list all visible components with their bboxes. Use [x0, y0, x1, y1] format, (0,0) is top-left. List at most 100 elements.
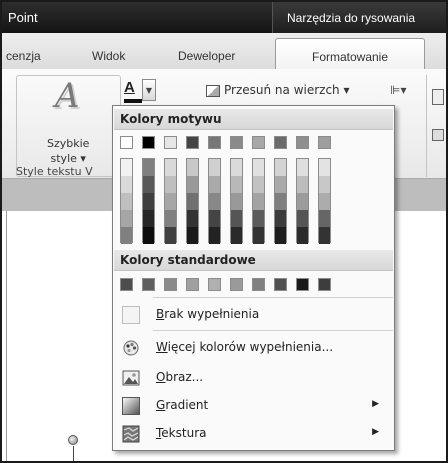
theme-shade-swatch[interactable] [275, 159, 286, 176]
bring-forward-button[interactable]: Przesuń na wierzch ▾ [206, 83, 350, 97]
gradient-item[interactable]: Gradient ▶ [114, 393, 393, 419]
theme-shade-swatch[interactable] [253, 227, 264, 244]
theme-shade-swatch[interactable] [319, 227, 330, 244]
picture-icon [122, 369, 140, 387]
theme-shade-swatch[interactable] [209, 159, 220, 176]
theme-shade-swatch[interactable] [187, 210, 198, 227]
gradient-icon [122, 397, 140, 415]
theme-shade-swatch[interactable] [275, 176, 286, 193]
theme-color-swatch[interactable] [120, 136, 133, 149]
theme-color-swatch[interactable] [274, 136, 287, 149]
quick-styles-button[interactable]: A Szybkie style ▾ [16, 75, 121, 177]
standard-color-swatch[interactable] [186, 278, 199, 291]
theme-color-swatch[interactable] [208, 136, 221, 149]
standard-color-swatch[interactable] [164, 278, 177, 291]
menu-separator [153, 330, 393, 331]
align-icon[interactable]: ⊫▾ [390, 83, 406, 97]
text-fill-button[interactable]: A ▼ [122, 79, 158, 103]
more-fill-colors-item[interactable]: Więcej kolorów wypełnienia... [114, 335, 393, 361]
theme-shade-swatch[interactable] [231, 210, 242, 227]
theme-shade-swatch[interactable] [319, 193, 330, 210]
theme-shade-swatch[interactable] [253, 159, 264, 176]
theme-shade-swatch[interactable] [209, 176, 220, 193]
rotation-handle[interactable] [68, 435, 78, 445]
theme-shade-swatch[interactable] [143, 176, 154, 193]
theme-shade-swatch[interactable] [297, 227, 308, 244]
theme-shade-swatch[interactable] [319, 210, 330, 227]
theme-shade-swatch[interactable] [187, 159, 198, 176]
theme-shade-swatch[interactable] [297, 159, 308, 176]
theme-shade-swatch[interactable] [209, 193, 220, 210]
theme-shade-swatch[interactable] [121, 210, 132, 227]
theme-shade-swatch[interactable] [275, 193, 286, 210]
theme-shade-swatch[interactable] [231, 159, 242, 176]
theme-shade-swatch[interactable] [121, 227, 132, 244]
standard-color-swatch[interactable] [296, 278, 309, 291]
theme-shade-swatch[interactable] [165, 176, 176, 193]
theme-shade-swatch[interactable] [143, 227, 154, 244]
no-fill-accelerator: B [156, 307, 165, 321]
theme-shade-swatch[interactable] [187, 193, 198, 210]
theme-shade-swatch[interactable] [253, 176, 264, 193]
theme-color-swatch[interactable] [186, 136, 199, 149]
theme-shade-swatch[interactable] [297, 210, 308, 227]
picture-item[interactable]: Obraz... [114, 365, 393, 391]
app-window: Point Narzędzia do rysowania cenzja Wido… [0, 0, 448, 463]
quick-styles-label: Szybkie style ▾ [47, 136, 89, 166]
theme-shade-swatch[interactable] [165, 210, 176, 227]
theme-shade-swatch[interactable] [165, 159, 176, 176]
theme-shade-swatch[interactable] [253, 210, 264, 227]
theme-color-swatch[interactable] [318, 136, 331, 149]
standard-color-swatch[interactable] [274, 278, 287, 291]
tab-deweloper[interactable]: Deweloper [178, 49, 235, 63]
gradient-label: Gradient [156, 398, 208, 412]
theme-shade-column [164, 158, 177, 244]
theme-shade-swatch[interactable] [121, 159, 132, 176]
tab-widok[interactable]: Widok [92, 49, 125, 63]
theme-shade-swatch[interactable] [209, 210, 220, 227]
quick-styles-icon: A [55, 76, 80, 116]
no-fill-item[interactable]: Brak wypełnienia [114, 302, 393, 328]
theme-shade-swatch[interactable] [275, 227, 286, 244]
standard-color-swatch[interactable] [318, 278, 331, 291]
theme-color-swatch[interactable] [142, 136, 155, 149]
standard-color-swatch[interactable] [230, 278, 243, 291]
tab-formatowanie[interactable]: Formatowanie [275, 38, 425, 71]
theme-shade-swatch[interactable] [187, 176, 198, 193]
standard-color-swatch[interactable] [208, 278, 221, 291]
arrange-icon[interactable] [432, 89, 444, 105]
theme-shade-swatch[interactable] [165, 227, 176, 244]
slide-edge [6, 211, 7, 461]
theme-shade-swatch[interactable] [143, 159, 154, 176]
theme-shade-column [142, 158, 155, 244]
standard-color-swatch[interactable] [120, 278, 133, 291]
theme-shade-swatch[interactable] [297, 193, 308, 210]
theme-shade-swatch[interactable] [143, 193, 154, 210]
theme-shade-swatch[interactable] [319, 176, 330, 193]
theme-shade-swatch[interactable] [319, 159, 330, 176]
more-colors-text: ięcej kolorów wypełnienia... [167, 340, 334, 354]
theme-shade-swatch[interactable] [187, 227, 198, 244]
tab-recenzja[interactable]: cenzja [6, 49, 41, 63]
no-fill-text: rak wypełnienia [164, 307, 260, 321]
theme-shade-swatch[interactable] [275, 210, 286, 227]
theme-shade-swatch[interactable] [231, 227, 242, 244]
standard-color-swatch[interactable] [252, 278, 265, 291]
standard-color-swatch[interactable] [142, 278, 155, 291]
texture-item[interactable]: Tekstura ▶ [114, 421, 393, 447]
theme-shade-swatch[interactable] [297, 176, 308, 193]
theme-color-swatch[interactable] [230, 136, 243, 149]
theme-shade-swatch[interactable] [165, 193, 176, 210]
theme-shade-swatch[interactable] [121, 193, 132, 210]
size-icon[interactable] [432, 129, 444, 141]
theme-color-swatch[interactable] [252, 136, 265, 149]
theme-shade-swatch[interactable] [143, 210, 154, 227]
theme-color-swatch[interactable] [296, 136, 309, 149]
theme-shade-swatch[interactable] [121, 176, 132, 193]
theme-shade-swatch[interactable] [209, 227, 220, 244]
theme-shade-swatch[interactable] [231, 193, 242, 210]
text-fill-dropdown-arrow[interactable]: ▼ [142, 79, 156, 101]
theme-color-swatch[interactable] [164, 136, 177, 149]
theme-shade-swatch[interactable] [231, 176, 242, 193]
theme-shade-swatch[interactable] [253, 193, 264, 210]
